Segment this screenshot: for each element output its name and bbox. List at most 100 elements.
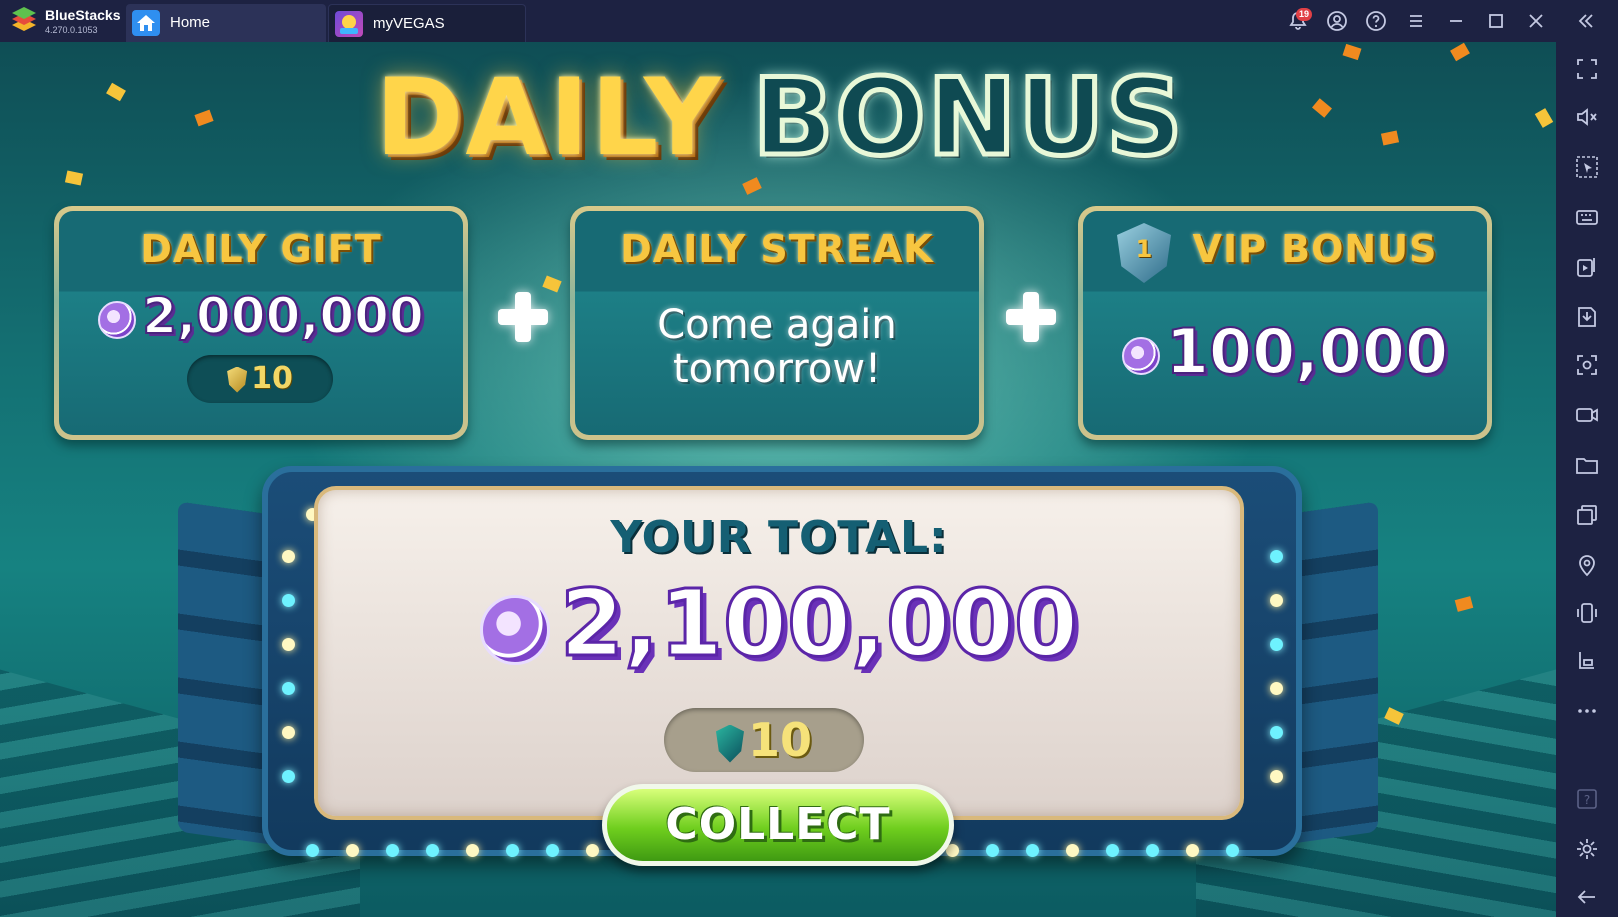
confetti-piece	[542, 275, 562, 293]
screenshot-icon[interactable]	[1574, 352, 1600, 378]
pointer-icon[interactable]	[1574, 154, 1600, 180]
collect-button[interactable]: COLLECT	[602, 784, 954, 866]
multi-instance-icon[interactable]	[1574, 502, 1600, 528]
marquee-bulb	[1106, 844, 1119, 857]
game-viewport[interactable]: DAILY BONUS DAILY GIFT 2,000,000 10 DAILY…	[0, 42, 1556, 917]
eco-mode-icon[interactable]	[1574, 648, 1600, 674]
home-icon	[132, 10, 160, 36]
marquee-bulb	[1270, 770, 1283, 783]
tab-home[interactable]: Home	[126, 4, 326, 42]
daily-streak-title: DAILY STREAK	[620, 227, 934, 271]
confetti-piece	[1454, 596, 1474, 612]
chip-icon	[1121, 336, 1160, 375]
maximize-icon[interactable]	[1484, 9, 1508, 33]
marquee-bulb	[282, 682, 295, 695]
total-amount: 2,100,000	[318, 569, 1240, 679]
daily-bonus-headline: DAILY BONUS	[300, 54, 1260, 196]
svg-text:?: ?	[1584, 793, 1590, 807]
daily-gift-amount: 2,000,000	[59, 286, 463, 346]
marquee-bulb	[986, 844, 999, 857]
confetti-piece	[1380, 130, 1400, 146]
daily-streak-message: Come again tomorrow!	[575, 303, 979, 391]
location-icon[interactable]	[1574, 552, 1600, 578]
back-icon[interactable]	[1574, 884, 1600, 910]
marquee-bulb	[1026, 844, 1039, 857]
tab-myvegas-label: myVEGAS	[373, 15, 445, 32]
sidebar-help-icon[interactable]: ?	[1574, 786, 1600, 812]
vip-bonus-chips: 100,000	[1165, 314, 1449, 389]
apk-install-icon[interactable]	[1574, 304, 1600, 330]
confetti-piece	[106, 82, 126, 102]
headline-daily: DAILY	[375, 56, 723, 179]
marquee-bulb	[1270, 550, 1283, 563]
chip-icon	[98, 300, 137, 339]
confetti-piece	[1450, 42, 1470, 62]
app-name: BlueStacks	[45, 7, 121, 23]
app-brand: BlueStacks 4.270.0.1053	[8, 4, 124, 38]
daily-gift-chips: 2,000,000	[141, 286, 425, 346]
settings-icon[interactable]	[1574, 836, 1600, 862]
daily-gift-loyalty-pill: 10	[187, 355, 333, 403]
media-icon[interactable]	[1574, 254, 1600, 280]
confetti-piece	[194, 109, 214, 127]
chip-icon	[480, 594, 550, 665]
notification-count-badge: 19	[1296, 8, 1313, 21]
daily-gift-panel: DAILY GIFT 2,000,000 10	[54, 206, 468, 440]
marquee-bulb	[1270, 726, 1283, 739]
account-icon[interactable]	[1325, 9, 1349, 33]
total-chips: 2,100,000	[559, 569, 1080, 679]
confetti-piece	[64, 170, 84, 186]
marquee-bulb	[282, 550, 295, 563]
marquee-bulb	[1270, 594, 1283, 607]
marquee-bulb	[282, 594, 295, 607]
tab-myvegas[interactable]: myVEGAS	[328, 4, 526, 42]
vip-bonus-title: VIP BONUS	[1192, 227, 1438, 271]
marquee-bulb	[586, 844, 599, 857]
marquee-bulb	[282, 726, 295, 739]
shake-icon[interactable]	[1574, 600, 1600, 626]
more-icon[interactable]	[1574, 698, 1600, 724]
marquee-bulb	[1186, 844, 1199, 857]
total-loyalty-pill: 10	[664, 708, 864, 772]
fullscreen-icon[interactable]	[1574, 56, 1600, 82]
total-label: YOUR TOTAL:	[610, 512, 948, 563]
marquee-bulb	[1066, 844, 1079, 857]
plus-icon	[498, 292, 548, 342]
collapse-sidebar-icon[interactable]	[1574, 9, 1598, 33]
marquee-bulb	[506, 844, 519, 857]
mute-icon[interactable]	[1574, 104, 1600, 130]
daily-streak-message-line1: Come again	[657, 302, 897, 348]
total-board: YOUR TOTAL: 2,100,000 10	[314, 486, 1244, 820]
marquee-bulb	[466, 844, 479, 857]
help-icon[interactable]	[1364, 9, 1388, 33]
loyalty-shield-icon	[227, 366, 248, 393]
folder-icon[interactable]	[1574, 452, 1600, 478]
daily-gift-loyalty: 10	[251, 361, 293, 396]
vip-bonus-panel: 1 VIP BONUS 100,000	[1078, 206, 1492, 440]
marquee-bulb	[1226, 844, 1239, 857]
plus-icon	[1006, 292, 1056, 342]
keyboard-icon[interactable]	[1574, 204, 1600, 230]
total-loyalty: 10	[747, 713, 812, 767]
daily-gift-title: DAILY GIFT	[140, 227, 382, 271]
marquee-bulb	[426, 844, 439, 857]
bluestacks-logo-icon	[12, 7, 36, 31]
minimize-icon[interactable]	[1444, 9, 1468, 33]
daily-streak-panel: DAILY STREAK Come again tomorrow!	[570, 206, 984, 440]
record-icon[interactable]	[1574, 402, 1600, 428]
marquee-bulb	[306, 844, 319, 857]
confetti-piece	[1312, 98, 1332, 118]
marquee-bulb	[386, 844, 399, 857]
myvegas-slots-icon	[335, 11, 363, 37]
right-toolbar: ?	[1556, 42, 1618, 917]
app-version: 4.270.0.1053	[45, 25, 98, 35]
vip-bonus-amount: 100,000	[1083, 314, 1487, 389]
daily-streak-message-line2: tomorrow!	[672, 346, 882, 392]
marquee-bulb	[1270, 682, 1283, 695]
menu-icon[interactable]	[1404, 9, 1428, 33]
close-icon[interactable]	[1524, 9, 1548, 33]
confetti-piece	[1342, 43, 1362, 61]
marquee-bulb	[546, 844, 559, 857]
confetti-piece	[1534, 108, 1554, 128]
tab-home-label: Home	[170, 14, 211, 31]
